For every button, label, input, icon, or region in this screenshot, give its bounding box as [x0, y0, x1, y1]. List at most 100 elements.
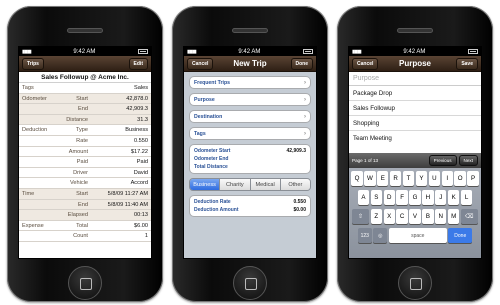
destination-cell[interactable]: Destination ›: [189, 110, 311, 123]
table-row: Expense Total $6.00: [19, 220, 151, 232]
purpose-input[interactable]: Purpose: [349, 72, 481, 86]
previous-button[interactable]: Previous: [428, 155, 457, 166]
row-value: 00:13: [134, 212, 148, 219]
row-group-label: [19, 157, 55, 167]
key-i[interactable]: I: [441, 171, 453, 186]
row-group-label: Odometer: [22, 95, 47, 102]
cell-label: Frequent Trips: [194, 79, 231, 86]
earpiece-speaker: [67, 28, 103, 33]
status-bar: ▮▮▮▮▮ 9:42 AM: [349, 47, 481, 56]
numbers-key[interactable]: 123: [357, 228, 372, 243]
row-value: 31.3: [137, 116, 148, 123]
row-value: $17.22: [130, 148, 148, 155]
key-s[interactable]: S: [370, 190, 383, 205]
odometer-group[interactable]: Odometer Start 42,909.3 Odometer End Tota…: [189, 144, 311, 174]
key-d[interactable]: D: [383, 190, 395, 205]
key-x[interactable]: X: [383, 209, 395, 224]
deduction-rate-label: Deduction Rate: [194, 199, 231, 205]
deduction-amount-label: Deduction Amount: [194, 207, 239, 213]
shift-key[interactable]: ⇧: [352, 209, 370, 224]
key-u[interactable]: U: [428, 171, 441, 186]
deduction-amount-row: Deduction Amount $0.00: [194, 206, 306, 214]
purpose-option-sales-followup[interactable]: Sales Followup: [349, 101, 481, 116]
home-button[interactable]: [68, 266, 102, 300]
key-f[interactable]: F: [396, 190, 408, 205]
backspace-key[interactable]: ⌫: [460, 209, 478, 224]
keyboard-row-3: ⇧ ZXCVBNM ⌫: [350, 209, 480, 224]
row-group-label: [19, 231, 55, 241]
trips-back-button[interactable]: Trips: [22, 57, 44, 70]
row-field-label: Amount: [68, 148, 88, 155]
purpose-option-package-drop[interactable]: Package Drop: [349, 86, 481, 101]
cancel-button[interactable]: Cancel: [187, 57, 214, 70]
row-value: Paid: [136, 159, 148, 166]
space-key[interactable]: space: [388, 228, 447, 243]
segment-business[interactable]: Business: [190, 179, 221, 190]
total-distance-label: Total Distance: [194, 164, 228, 170]
phone-trip-detail: ▮▮▮▮▮ 9:42 AM Trips Edit Sales Followup …: [7, 6, 163, 302]
cell-label: Tags: [194, 130, 206, 137]
done-button[interactable]: Done: [290, 57, 313, 70]
key-g[interactable]: G: [409, 190, 421, 205]
key-n[interactable]: N: [435, 209, 447, 224]
table-row: Count 1: [19, 231, 151, 242]
battery-icon: [303, 49, 313, 54]
signal-icon: ▮▮▮▮▮: [187, 48, 197, 55]
segment-charity[interactable]: Charity: [220, 179, 251, 190]
save-button[interactable]: Save: [456, 57, 478, 70]
key-v[interactable]: V: [409, 209, 421, 224]
key-k[interactable]: K: [447, 190, 460, 205]
row-value: $6.00: [134, 222, 148, 229]
row-value: 5/8/09 11:27 AM: [107, 190, 148, 197]
globe-icon[interactable]: ◎: [373, 228, 388, 243]
row-field-label: Paid: [76, 159, 88, 166]
key-l[interactable]: L: [460, 190, 473, 205]
key-r[interactable]: R: [389, 171, 402, 186]
key-o[interactable]: O: [454, 171, 466, 186]
page-indicator: Page 1 of 13: [352, 158, 379, 163]
purpose-option-team-meeting[interactable]: Team Meeting: [349, 131, 481, 144]
status-time: 9:42 AM: [238, 48, 261, 55]
frequent-trips-cell[interactable]: Frequent Trips ›: [189, 76, 311, 89]
home-button[interactable]: [233, 266, 267, 300]
row-group-label: [19, 210, 55, 220]
key-h[interactable]: H: [422, 190, 434, 205]
segment-other[interactable]: Other: [280, 179, 310, 190]
cancel-button[interactable]: Cancel: [352, 57, 379, 70]
segment-medical[interactable]: Medical: [250, 179, 281, 190]
deduction-type-segmented-control: Business Charity Medical Other: [189, 178, 311, 191]
key-p[interactable]: P: [467, 171, 479, 186]
chevron-right-icon: ›: [304, 113, 306, 120]
key-a[interactable]: A: [357, 190, 370, 205]
home-button[interactable]: [398, 266, 432, 300]
tags-cell[interactable]: Tags ›: [189, 127, 311, 140]
row-value: 42,878.0: [126, 95, 148, 102]
key-j[interactable]: J: [435, 190, 447, 205]
table-row: Rate 0.550: [19, 135, 151, 147]
row-field-label: Elapsed: [67, 212, 88, 219]
key-z[interactable]: Z: [370, 209, 383, 224]
keyboard-done-key[interactable]: Done: [448, 228, 473, 243]
row-value: 5/8/09 11:40 AM: [107, 201, 148, 208]
chevron-right-icon: ›: [304, 96, 306, 103]
key-b[interactable]: B: [422, 209, 434, 224]
edit-button[interactable]: Edit: [128, 57, 148, 70]
row-field-label: Distance: [66, 116, 88, 123]
next-button[interactable]: Next: [458, 155, 478, 166]
key-w[interactable]: W: [364, 171, 376, 186]
key-e[interactable]: E: [377, 171, 389, 186]
purpose-option-shopping[interactable]: Shopping: [349, 116, 481, 131]
purpose-cell[interactable]: Purpose ›: [189, 93, 311, 106]
deduction-group[interactable]: Deduction Rate 0.550 Deduction Amount $0.0…: [189, 195, 311, 217]
key-q[interactable]: Q: [351, 171, 363, 186]
deduction-rate-row: Deduction Rate 0.550: [194, 198, 306, 206]
key-m[interactable]: M: [447, 209, 460, 224]
key-t[interactable]: T: [402, 171, 415, 186]
key-y[interactable]: Y: [415, 171, 428, 186]
key-c[interactable]: C: [396, 209, 408, 224]
keyboard-row-1: QWERTYUIOP: [350, 171, 480, 186]
screen-purpose: ▮▮▮▮▮ 9:42 AM Cancel Purpose Save Purpos…: [348, 46, 482, 259]
row-value: 42,909.3: [126, 106, 148, 113]
row-field-label: Type: [75, 127, 88, 134]
table-row: Elapsed 00:13: [19, 210, 151, 221]
